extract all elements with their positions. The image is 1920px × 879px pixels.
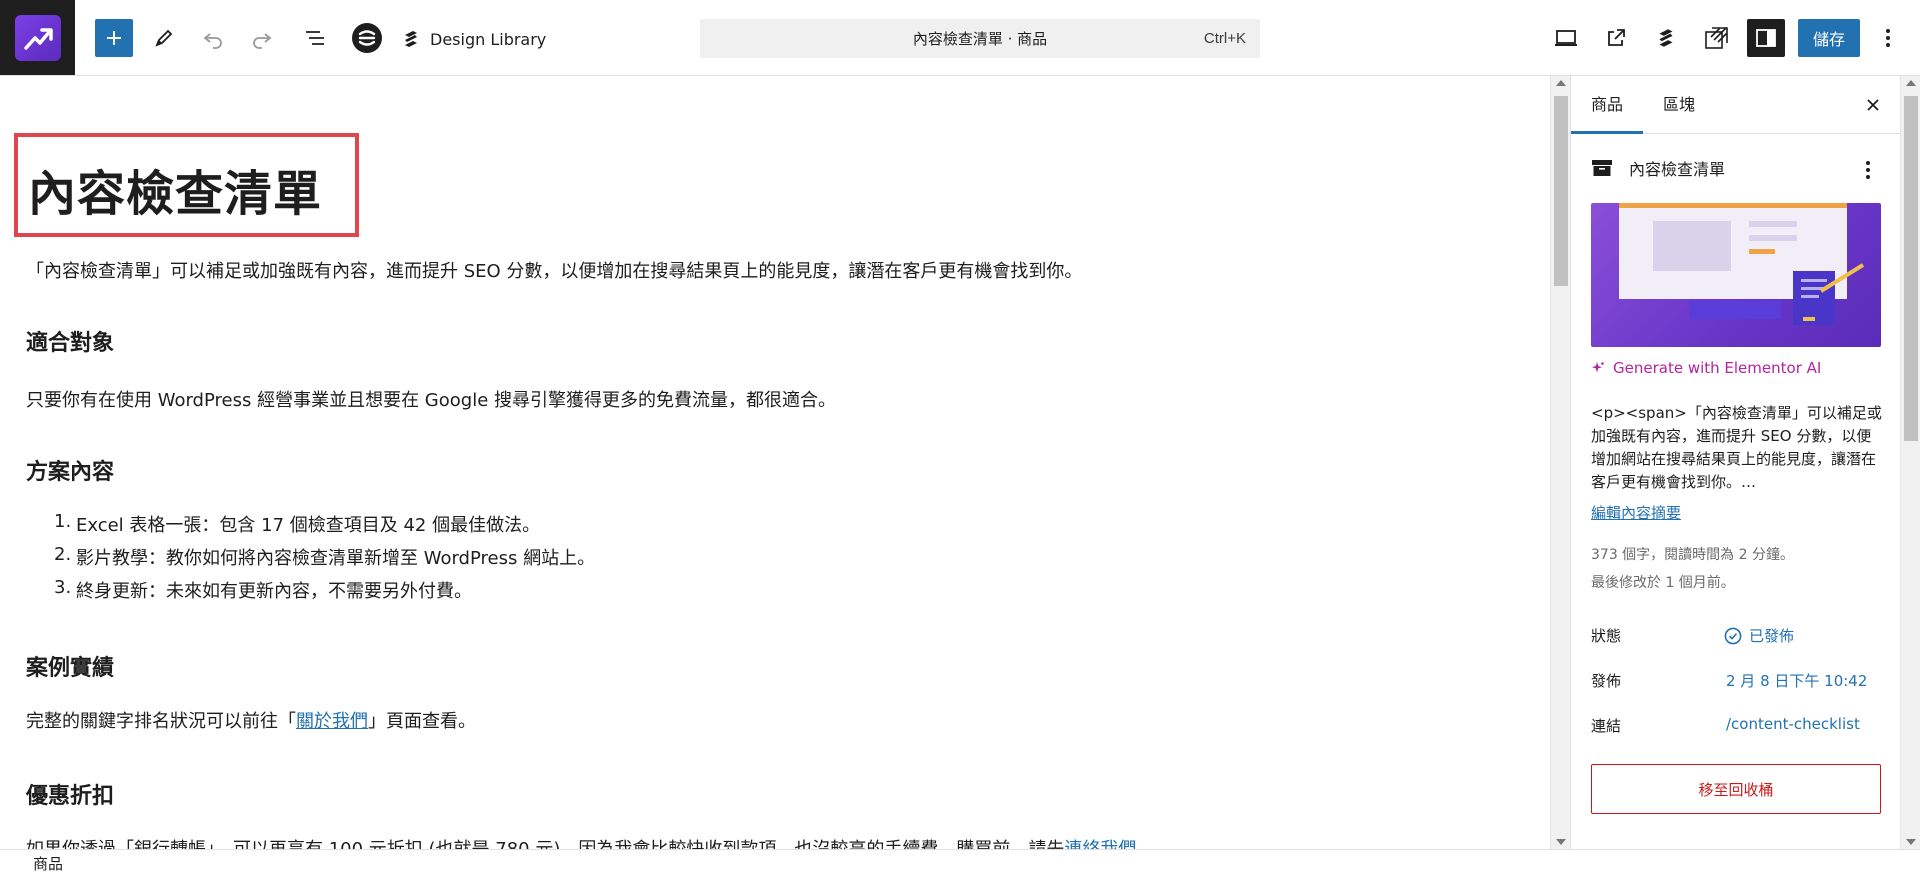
status-label: 狀態 [1591, 627, 1622, 645]
stackable-logo-icon [405, 31, 417, 47]
scroll-down-arrow[interactable] [1556, 839, 1566, 845]
block-breadcrumb: 商品 [0, 849, 1920, 879]
cases-paragraph[interactable]: 完整的關鍵字排名狀況可以前往「關於我們」頁面查看。 [26, 707, 476, 733]
list-item[interactable]: 2. 影片教學：教你如何將內容檢查清單新增至 WordPress 網站上。 [26, 544, 595, 577]
spectra-button[interactable] [348, 19, 386, 57]
list-item[interactable]: 3. 終身更新：未來如有更新內容，不需要另外付費。 [26, 577, 595, 610]
scrollbar-thumb[interactable] [1554, 96, 1568, 286]
pencil-icon [155, 29, 173, 47]
edit-excerpt-link[interactable]: 編輯內容摘要 [1591, 502, 1681, 523]
stackable-logo-icon [1659, 29, 1673, 47]
permalink-button[interactable]: /content-checklist [1726, 715, 1860, 733]
redo-button[interactable] [243, 19, 281, 57]
external-link-icon [1608, 29, 1625, 46]
breadcrumb-item[interactable]: 商品 [33, 855, 63, 873]
scroll-down-arrow[interactable] [1906, 839, 1916, 845]
scroll-up-arrow[interactable] [1556, 80, 1566, 86]
tab-post[interactable]: 商品 [1571, 76, 1643, 134]
scrollbar-thumb[interactable] [1904, 96, 1918, 441]
tools-button[interactable] [145, 19, 183, 57]
heading-discount[interactable]: 優惠折扣 [26, 778, 114, 810]
status-value-button[interactable]: 已發佈 [1724, 625, 1794, 646]
settings-sidebar: 商品 區塊 內容檢查清單 Generate with Elementor AI … [1570, 76, 1900, 849]
publish-label: 發佈 [1591, 672, 1622, 690]
canvas-scrollbar[interactable] [1550, 76, 1570, 849]
undo-icon [203, 33, 222, 49]
preview-button[interactable] [1547, 19, 1585, 57]
audience-paragraph[interactable]: 只要你有在使用 WordPress 經營事業並且想要在 Google 搜尋引擎獲… [26, 386, 836, 412]
styles-button[interactable] [1697, 19, 1735, 57]
generate-ai-label: Generate with Elementor AI [1613, 359, 1822, 377]
about-us-link[interactable]: 關於我們 [296, 711, 368, 732]
design-library-label: Design Library [430, 29, 547, 49]
close-icon [1867, 99, 1879, 111]
featured-image-illustration [1619, 203, 1865, 325]
word-count: 373 個字，閱讀時間為 2 分鐘。 [1591, 547, 1794, 563]
more-vertical-icon [1886, 29, 1890, 47]
document-overview-button[interactable] [296, 19, 334, 57]
view-post-button[interactable] [1597, 19, 1635, 57]
page-title[interactable]: 內容檢查清單 [28, 154, 322, 224]
post-card-header: 內容檢查清單 [1591, 156, 1725, 180]
list-view-icon [306, 31, 324, 45]
site-logo[interactable] [0, 0, 75, 75]
command-shortcut: Ctrl+K [1203, 30, 1246, 47]
undo-button[interactable] [194, 19, 232, 57]
post-excerpt: <p><span>「內容檢查清單」可以補足或加強既有內容，進而提升 SEO 分數… [1591, 404, 1882, 491]
featured-image[interactable] [1591, 203, 1881, 347]
post-card-title: 內容檢查清單 [1629, 160, 1726, 179]
spectra-logo-icon [352, 23, 382, 53]
intro-paragraph[interactable]: 「內容檢查清單」可以補足或加強既有內容，進而提升 SEO 分數，以便增加在搜尋結… [26, 257, 1082, 283]
plan-list: 1. Excel 表格一張：包含 17 個檢查項目及 42 個最佳做法。 2. 影片… [26, 511, 595, 610]
discount-paragraph[interactable]: 如果你透過「銀行轉帳」，可以再享有 100 元折扣 (也就是 780 元)，因為… [26, 835, 1154, 849]
settings-sidebar-toggle[interactable] [1747, 19, 1785, 57]
close-sidebar-button[interactable] [1859, 91, 1887, 119]
sidebar-scrollbar[interactable] [1900, 76, 1920, 849]
sidebar-icon [1756, 29, 1776, 47]
scroll-up-arrow[interactable] [1906, 80, 1916, 86]
check-circle-icon [1724, 627, 1742, 644]
options-menu-button[interactable] [1872, 19, 1904, 57]
add-block-button[interactable] [95, 19, 133, 57]
post-actions-button[interactable] [1856, 156, 1880, 184]
contact-link[interactable]: 連絡我們 [1064, 839, 1136, 849]
sidebar-tabs: 商品 區塊 [1571, 76, 1900, 134]
save-button[interactable]: 儲存 [1798, 19, 1860, 57]
heading-cases[interactable]: 案例實績 [26, 650, 114, 682]
publish-date-button[interactable]: 2 月 8 日下午 10:42 [1726, 670, 1867, 691]
more-vertical-icon [1866, 161, 1870, 179]
tab-block[interactable]: 區塊 [1643, 76, 1715, 134]
sparkle-icon [1592, 362, 1604, 373]
heading-audience[interactable]: 適合對象 [26, 325, 114, 357]
desktop-icon [1555, 30, 1577, 46]
archive-box-icon [1592, 160, 1612, 176]
editor-toolbar: Design Library 內容檢查清單 · 商品 Ctrl+K 儲存 [0, 0, 1920, 76]
last-modified: 最後修改於 1 個月前。 [1591, 575, 1735, 591]
trend-up-icon [14, 14, 61, 61]
command-title: 內容檢查清單 · 商品 [912, 30, 1048, 48]
heading-plan[interactable]: 方案內容 [26, 454, 114, 486]
stackable-settings-button[interactable] [1647, 19, 1685, 57]
redo-icon [253, 33, 272, 49]
editor-canvas[interactable]: 內容檢查清單 「內容檢查清單」可以補足或加強既有內容，進而提升 SEO 分數，以… [0, 76, 1550, 849]
list-item[interactable]: 1. Excel 表格一張：包含 17 個檢查項目及 42 個最佳做法。 [26, 511, 595, 544]
pattern-styles-icon [1705, 27, 1728, 49]
command-palette[interactable]: 內容檢查清單 · 商品 Ctrl+K [700, 19, 1260, 58]
plus-icon [107, 31, 121, 45]
move-to-trash-button[interactable]: 移至回收桶 [1591, 764, 1881, 814]
link-label: 連結 [1591, 717, 1622, 735]
design-library-button[interactable]: Design Library [400, 22, 546, 56]
generate-ai-button[interactable]: Generate with Elementor AI [1591, 359, 1821, 377]
